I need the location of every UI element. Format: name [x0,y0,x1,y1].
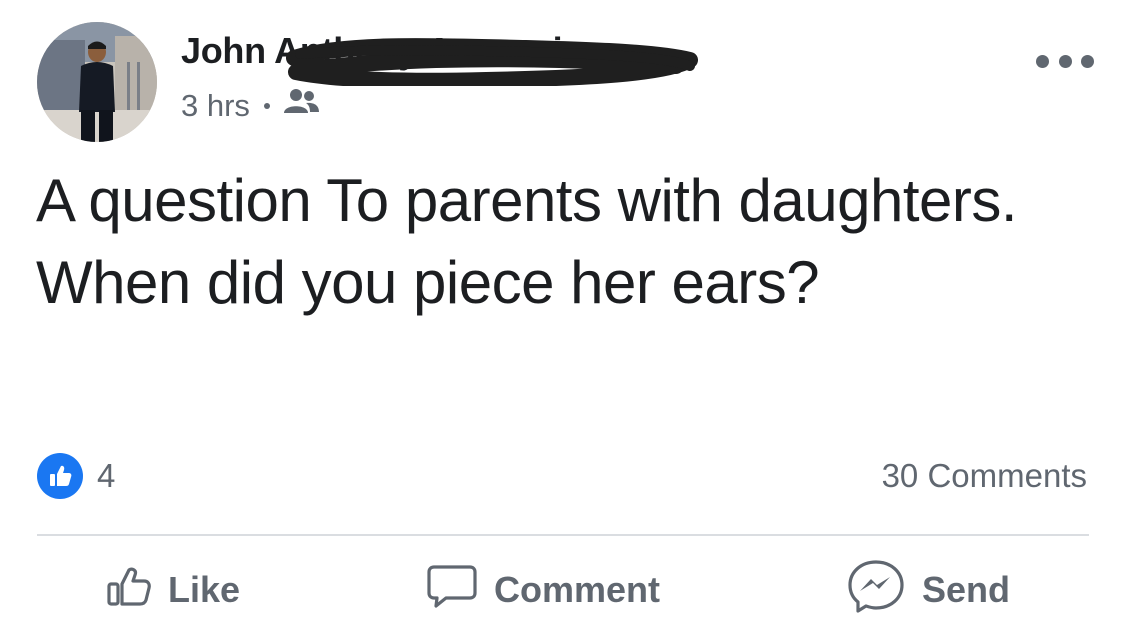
post-text: A question To parents with daughters. Wh… [36,167,1018,316]
friends-icon[interactable] [282,87,320,125]
messenger-icon [846,558,906,623]
more-dot [1036,54,1049,68]
reactions-summary[interactable]: 4 [37,452,115,500]
comment-button[interactable]: Comment [426,560,660,620]
post-meta: 3 hrs [181,84,320,128]
post-timestamp[interactable]: 3 hrs [181,88,250,124]
like-reaction-icon [37,453,83,499]
like-label: Like [168,569,241,610]
like-button[interactable]: Like [106,560,240,620]
divider [37,534,1089,536]
more-dot [1058,54,1072,68]
separator-dot [263,103,270,109]
reaction-count: 4 [97,457,116,494]
thumbs-up-icon [106,564,152,617]
send-button[interactable]: Send [846,558,1011,623]
more-options-icon[interactable] [1036,44,1094,78]
author-name[interactable]: John Anthony Ascencio [181,30,584,72]
avatar-photo [37,22,157,142]
send-label: Send [922,569,1011,610]
author-avatar[interactable] [37,22,157,142]
facebook-post: John Anthony Ascencio 3 hrs A question T… [0,0,1125,613]
more-dot [1081,54,1094,68]
comments-count[interactable]: 30 Comments [882,452,1087,500]
comment-label: Comment [494,569,661,610]
comment-icon [426,563,478,618]
